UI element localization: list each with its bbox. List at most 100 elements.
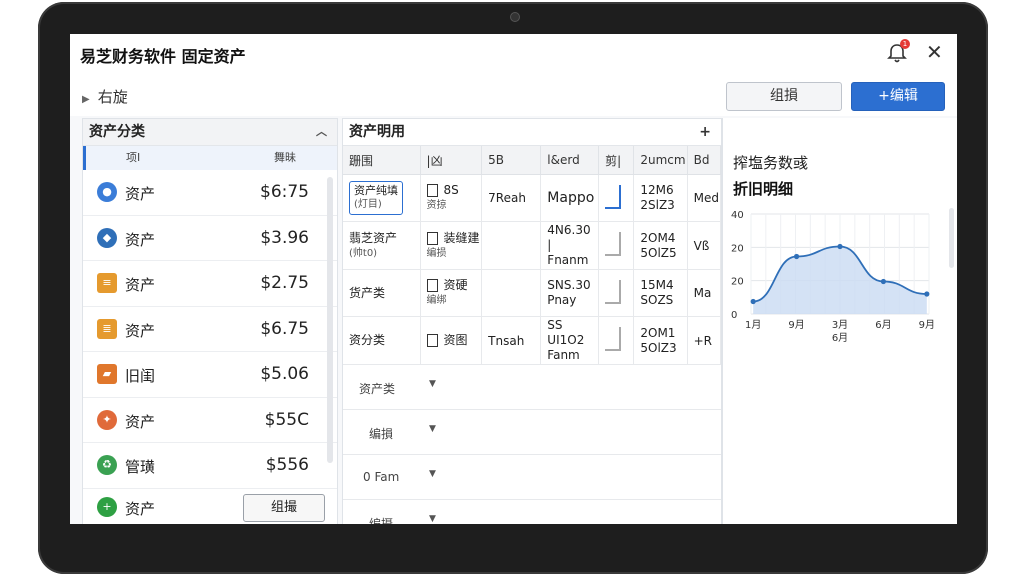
cell-text: 4N6.30 | — [547, 223, 591, 252]
category-name: 管璜 — [125, 458, 156, 476]
cell-text: 12M6 — [640, 183, 674, 197]
cell-text: 15M4 — [640, 278, 674, 292]
category-row[interactable]: ≣ 资产 $6.75 — [83, 307, 337, 352]
dropdown-row[interactable]: 0 Fam ▼ — [343, 455, 721, 500]
recycle-icon: ♻ — [97, 455, 117, 475]
dropdown-row[interactable]: 资产类 ▼ — [343, 365, 721, 410]
category-value: $2.75 — [260, 273, 309, 293]
category-value: $6:75 — [260, 182, 309, 202]
edit-button[interactable]: 组損 — [726, 82, 842, 111]
cell-subtext: Fnanm — [547, 253, 589, 267]
category-value: $556 — [265, 455, 309, 475]
cell-text: 资图 — [443, 333, 468, 347]
cell-subtext: Pnay — [547, 293, 577, 307]
category-panel-header: 资产分类 ︿ — [83, 119, 337, 146]
bracket-marker — [605, 184, 622, 209]
cell-text: 翡芝资产 — [349, 230, 398, 245]
title-bar: 易芝财务软件 固定资产 1 ✕ — [70, 34, 957, 73]
column-name-header[interactable]: 项I — [126, 146, 140, 170]
table-cell: Tnsah — [481, 316, 542, 365]
category-row[interactable]: ♻ 管璜 $556 — [83, 443, 337, 489]
scrollbar[interactable] — [949, 208, 954, 268]
category-value: $6.75 — [260, 318, 309, 339]
row-edit-button[interactable]: 组撮 — [243, 493, 325, 522]
breadcrumb-label: 右旋 — [97, 88, 128, 106]
table-cell: SNS.30 Pnay — [540, 269, 600, 317]
detail-table: 跚围 |凶 5B l&erd 剪| 2umcm Bd 资产纯填 (灯目) 8S 资掠… — [343, 146, 722, 365]
category-value: $55C — [264, 409, 309, 430]
cell-text: 2OM4 — [640, 230, 676, 245]
cell-subtext: 编损 — [426, 247, 447, 259]
column-header[interactable]: 剪| — [598, 146, 635, 175]
x-tick-label: 6月 — [875, 319, 891, 331]
category-name: 资产 — [125, 412, 156, 431]
column-header[interactable]: 跚围 — [343, 146, 421, 175]
category-value: $3.96 — [260, 227, 309, 248]
table-cell: Mappo — [540, 174, 600, 222]
selected-cell[interactable]: 资产纯填 (灯目) — [349, 181, 403, 215]
detail-panel-title: 资产明用 — [349, 124, 405, 140]
table-row[interactable]: 资分类 资图 Tnsah SS UI1O2 Fanm 2OM1 5OlZ3 +R — [343, 316, 722, 365]
close-icon[interactable]: ✕ — [926, 40, 943, 64]
column-header[interactable]: Bd — [687, 146, 722, 175]
category-name: 资产 — [125, 230, 156, 249]
column-header[interactable]: |凶 — [420, 146, 483, 175]
plus-circle-icon: + — [97, 496, 117, 517]
dropdown-row[interactable]: 编摄 ▼ — [343, 500, 721, 524]
document-icon — [426, 279, 438, 292]
table-cell — [598, 221, 635, 270]
caret-down-icon[interactable]: ▼ — [429, 379, 436, 389]
category-row[interactable]: ◆ 资产 $3.96 — [83, 216, 337, 261]
dropdown-list: 资产类 ▼ 编損 ▼ 0 Fam ▼ 编摄 ▼ — [343, 365, 721, 524]
x-tick-label: 1月 — [745, 319, 761, 331]
detail-header-row: 跚围 |凶 5B l&erd 剪| 2umcm Bd — [343, 146, 722, 175]
category-row[interactable]: ✦ 资产 $55C — [83, 398, 337, 443]
folder-icon: ▰ — [97, 364, 117, 384]
cell-text: 8S — [443, 183, 459, 197]
toolbar: ▶ 右旋 组損 +编辑 — [70, 72, 957, 116]
table-row[interactable]: 翡芝资产 (帅t0) 装缝建 编损 4N6.30 | Fnanm 2OM4 5OlZ5 … — [343, 221, 722, 270]
category-value: $5.06 — [260, 364, 309, 384]
app-screen: 易芝财务软件 固定资产 1 ✕ ▶ 右旋 组損 +编辑 资产分类 ︿ 项I 舞昧 … — [70, 34, 957, 524]
add-button[interactable]: +编辑 — [851, 82, 945, 111]
detail-panel: 资产明用 + 跚围 |凶 5B l&erd 剪| 2umcm Bd 资产纯填 (灯… — [342, 118, 722, 524]
cell-subtext: 2SlZ3 — [640, 198, 675, 212]
category-column-header: 项I 舞昧 — [83, 146, 337, 170]
document-icon — [426, 231, 438, 245]
dropdown-row[interactable]: 编損 ▼ — [343, 410, 721, 455]
cell-text: SNS.30 — [547, 278, 591, 292]
caret-down-icon[interactable]: ▼ — [429, 514, 436, 524]
column-header[interactable]: 2umcm — [633, 146, 688, 175]
category-row[interactable]: + 资产 组撮 — [83, 489, 337, 525]
list-icon: ≡ — [97, 273, 117, 293]
category-panel: 资产分类 ︿ 项I 舞昧 ● 资产 $6:75 ◆ 资产 $3.96 ≡ 资产 … — [82, 118, 338, 524]
data-point — [793, 253, 800, 260]
category-row[interactable]: ≡ 资产 $2.75 — [83, 261, 337, 307]
x-tick-label: 9月 — [788, 319, 804, 331]
cell-subtext: 编绑 — [426, 295, 447, 306]
data-point — [750, 298, 756, 305]
caret-down-icon[interactable]: ▼ — [429, 424, 436, 434]
category-list: ● 资产 $6:75 ◆ 资产 $3.96 ≡ 资产 $2.75 ≣ 资产 $6… — [83, 170, 337, 524]
caret-down-icon[interactable]: ▼ — [429, 469, 436, 479]
scrollbar[interactable] — [327, 177, 333, 463]
chevron-up-icon[interactable]: ︿ — [316, 119, 327, 145]
category-row[interactable]: ● 资产 $6:75 — [83, 170, 337, 216]
table-cell[interactable]: 资产纯填 (灯目) — [343, 174, 421, 222]
column-header[interactable]: 5B — [481, 146, 542, 175]
camera — [510, 12, 520, 22]
table-cell: 资分类 — [343, 316, 421, 365]
breadcrumb[interactable]: ▶ 右旋 — [82, 86, 128, 107]
category-row[interactable]: ▰ 旧闺 $5.06 — [83, 352, 337, 398]
table-row[interactable]: 货产类 资硬 编绑 SNS.30 Pnay 15M4 SOZS Ma — [343, 269, 722, 317]
globe-icon: ● — [97, 182, 117, 202]
add-icon[interactable]: + — [699, 119, 711, 145]
category-panel-title: 资产分类 — [89, 124, 145, 140]
dropdown-label: 编摄 — [369, 517, 394, 524]
y-tick-label: 20 — [731, 243, 744, 254]
column-value-header[interactable]: 舞昧 — [274, 146, 296, 170]
table-row[interactable]: 资产纯填 (灯目) 8S 资掠 7Reah Mappo 12M6 2SlZ3 Med — [343, 174, 722, 222]
summary-subtitle: 折旧明细 — [733, 180, 794, 198]
column-header[interactable]: l&erd — [540, 146, 600, 175]
summary-title: 搾塩务数彧 — [733, 154, 809, 172]
